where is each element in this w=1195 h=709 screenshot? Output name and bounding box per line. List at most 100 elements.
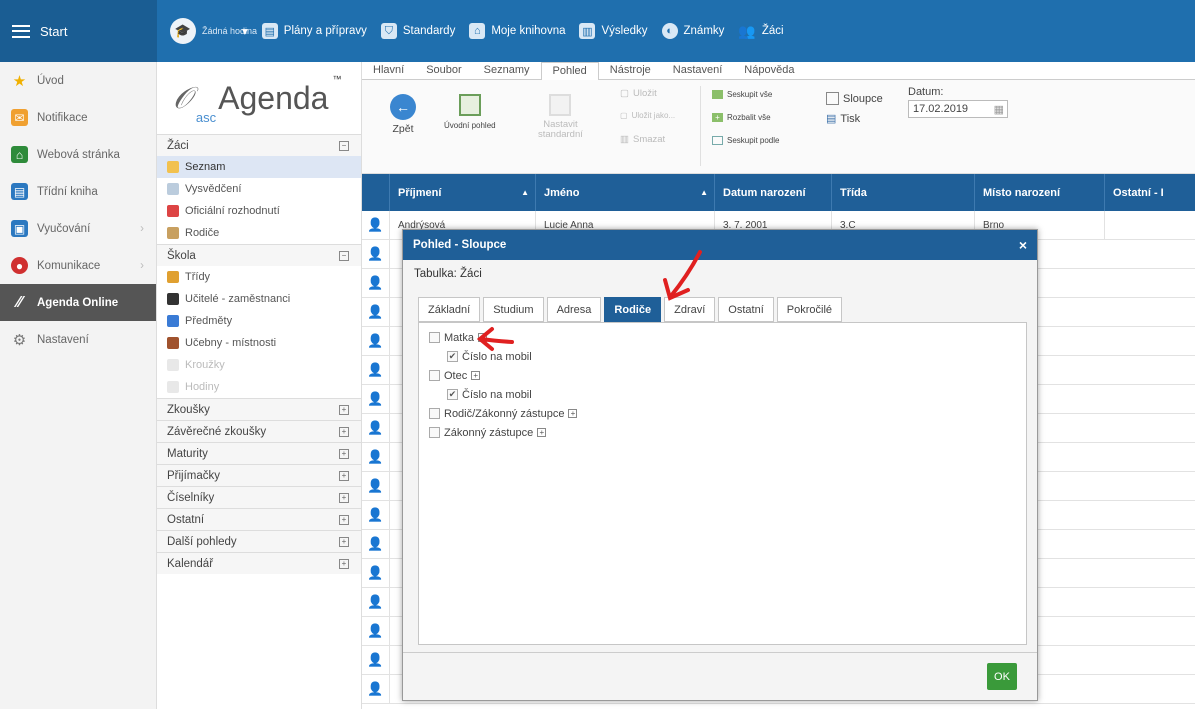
section-prijimacky[interactable]: Přijímačky + xyxy=(157,464,361,486)
menu-tab-soubor[interactable]: Soubor xyxy=(415,62,472,79)
sp-item-rodice[interactable]: Rodiče xyxy=(157,222,361,244)
expand-icon[interactable]: + xyxy=(339,558,349,569)
student-icon: 👤 xyxy=(362,617,390,645)
tree-item-matka[interactable]: Matka + xyxy=(429,328,1026,347)
student-icon: 👤 xyxy=(362,675,390,703)
group-by-button[interactable]: Seskupit podle xyxy=(712,136,779,145)
checkbox[interactable] xyxy=(429,427,440,438)
expand-icon[interactable]: + xyxy=(477,333,487,342)
expand-icon[interactable]: + xyxy=(537,428,547,437)
checkbox[interactable] xyxy=(429,408,440,419)
nav-grades-label: Známky xyxy=(683,25,725,37)
sp-item-ucebny[interactable]: Učebny - místnosti xyxy=(157,332,361,354)
date-input[interactable]: 17.02.2019 ▦ xyxy=(908,100,1008,118)
menu-tab-napoveda[interactable]: Nápověda xyxy=(733,62,805,79)
print-button[interactable]: ▤ Tisk xyxy=(826,112,860,126)
home-view-button[interactable]: Úvodní pohled xyxy=(444,94,496,130)
collapse-icon[interactable]: − xyxy=(339,250,349,261)
calendar-icon[interactable]: ▦ xyxy=(994,103,1004,116)
nav-standards[interactable]: ⛉ Standardy xyxy=(380,23,455,39)
nav-results[interactable]: ▥ Výsledky xyxy=(579,23,648,39)
collapse-icon[interactable]: − xyxy=(339,140,349,151)
leftnav-item-notifikace[interactable]: ✉ Notifikace xyxy=(0,99,156,136)
expand-icon[interactable]: + xyxy=(339,426,349,437)
leftnav-item-vyucovani[interactable]: ▣ Vyučování › xyxy=(0,210,156,247)
section-kalendar[interactable]: Kalendář + xyxy=(157,552,361,574)
tab-zakladni[interactable]: Základní xyxy=(418,297,481,322)
lesson-selector[interactable]: 🎓 Žádná hodina ▾ xyxy=(170,18,257,44)
sp-item-ucitele[interactable]: Učitelé - zaměstnanci xyxy=(157,288,361,310)
col-prijmeni[interactable]: Příjmení ▲ xyxy=(390,174,536,211)
leftnav-item-web[interactable]: ⌂ Webová stránka xyxy=(0,136,156,173)
section-ostatni[interactable]: Ostatní + xyxy=(157,508,361,530)
section-zaci[interactable]: Žáci − xyxy=(157,134,361,156)
tab-pokrocile[interactable]: Pokročilé xyxy=(776,297,843,322)
back-button[interactable]: ← Zpět xyxy=(390,94,416,135)
menu-tab-nastroje[interactable]: Nástroje xyxy=(599,62,662,79)
col-misto-narozeni[interactable]: Místo narození xyxy=(975,174,1105,211)
group-all-button[interactable]: Seskupit vše xyxy=(712,90,772,99)
tree-item-rodic-zakonny[interactable]: Rodič/Zákonný zástupce + xyxy=(429,404,1026,423)
nav-grades[interactable]: ◐ Známky xyxy=(661,23,725,39)
columns-button[interactable]: Sloupce xyxy=(826,92,883,105)
menu-tab-seznamy[interactable]: Seznamy xyxy=(473,62,541,79)
dialog-title-bar[interactable]: Pohled - Sloupce × xyxy=(403,230,1037,260)
section-maturity[interactable]: Maturity + xyxy=(157,442,361,464)
sp-item-vysvedceni[interactable]: Vysvědčení xyxy=(157,178,361,200)
expand-icon[interactable]: + xyxy=(339,492,349,503)
expand-icon[interactable]: + xyxy=(339,448,349,459)
col-ostatni[interactable]: Ostatní - I xyxy=(1105,174,1195,211)
expand-icon[interactable]: + xyxy=(339,514,349,525)
tree-item-matka-mobil[interactable]: ✔ Číslo na mobil xyxy=(429,347,1026,366)
expand-icon[interactable]: + xyxy=(568,409,578,418)
section-ciselniky[interactable]: Číselníky + xyxy=(157,486,361,508)
plans-icon: ▤ xyxy=(261,23,278,39)
tab-zdravi[interactable]: Zdraví xyxy=(664,297,716,322)
leftnav-item-uvod[interactable]: ★ Úvod xyxy=(0,62,156,99)
menu-tab-hlavni[interactable]: Hlavní xyxy=(362,62,415,79)
section-zaverecne-zkousky[interactable]: Závěrečné zkoušky + xyxy=(157,420,361,442)
section-dalsi-pohledy[interactable]: Další pohledy + xyxy=(157,530,361,552)
tab-ostatni[interactable]: Ostatní xyxy=(718,297,774,322)
expand-all-button[interactable]: + Rozbalit vše xyxy=(712,113,771,122)
checkbox[interactable] xyxy=(429,370,440,381)
menu-tab-pohled[interactable]: Pohled xyxy=(540,62,599,81)
nav-plans[interactable]: ▤ Plány a přípravy xyxy=(261,23,367,39)
tab-adresa[interactable]: Adresa xyxy=(546,297,602,322)
ok-button[interactable]: OK xyxy=(987,663,1017,690)
start-button[interactable]: Start xyxy=(0,0,157,62)
chevron-down-icon: ▾ xyxy=(242,26,248,38)
sp-item-predmety[interactable]: Předměty xyxy=(157,310,361,332)
tree-item-otec[interactable]: Otec + xyxy=(429,366,1026,385)
expand-icon[interactable]: + xyxy=(339,404,349,415)
expand-icon[interactable]: + xyxy=(339,536,349,547)
expand-icon[interactable]: + xyxy=(339,470,349,481)
group-by-label: Seskupit podle xyxy=(727,136,780,145)
leftnav-item-agenda-online[interactable]: ⁄⁄ Agenda Online xyxy=(0,284,156,321)
col-jmeno[interactable]: Jméno ▲ xyxy=(536,174,715,211)
tab-rodice[interactable]: Rodiče xyxy=(604,297,662,322)
leftnav-item-tridni-kniha[interactable]: ▤ Třídní kniha xyxy=(0,173,156,210)
checkbox[interactable] xyxy=(429,332,440,343)
sp-item-krouzky: Kroužky xyxy=(157,354,361,376)
sp-item-tridy[interactable]: Třídy xyxy=(157,266,361,288)
tree-item-zakonny-zastupce[interactable]: Zákonný zástupce + xyxy=(429,423,1026,442)
leftnav-item-komunikace[interactable]: ● Komunikace › xyxy=(0,247,156,284)
tree-item-otec-mobil[interactable]: ✔ Číslo na mobil xyxy=(429,385,1026,404)
col-trida[interactable]: Třída xyxy=(832,174,975,211)
section-skola[interactable]: Škola − xyxy=(157,244,361,266)
sp-item-rozhodnuti[interactable]: Oficiální rozhodnutí xyxy=(157,200,361,222)
sp-item-seznam[interactable]: Seznam xyxy=(157,156,361,178)
checkbox-checked[interactable]: ✔ xyxy=(447,351,458,362)
section-title: Škola xyxy=(167,249,196,262)
checkbox-checked[interactable]: ✔ xyxy=(447,389,458,400)
nav-students[interactable]: 👥 Žáci xyxy=(738,23,783,40)
nav-library[interactable]: ⌂ Moje knihovna xyxy=(469,23,565,39)
leftnav-item-nastaveni[interactable]: ⚙ Nastavení xyxy=(0,321,156,358)
tab-studium[interactable]: Studium xyxy=(483,297,544,322)
expand-icon[interactable]: + xyxy=(471,371,481,380)
close-icon[interactable]: × xyxy=(1019,237,1027,253)
menu-tab-nastaveni[interactable]: Nastavení xyxy=(662,62,734,79)
col-datum-narozeni[interactable]: Datum narození xyxy=(715,174,832,211)
section-zkousky[interactable]: Zkoušky + xyxy=(157,398,361,420)
